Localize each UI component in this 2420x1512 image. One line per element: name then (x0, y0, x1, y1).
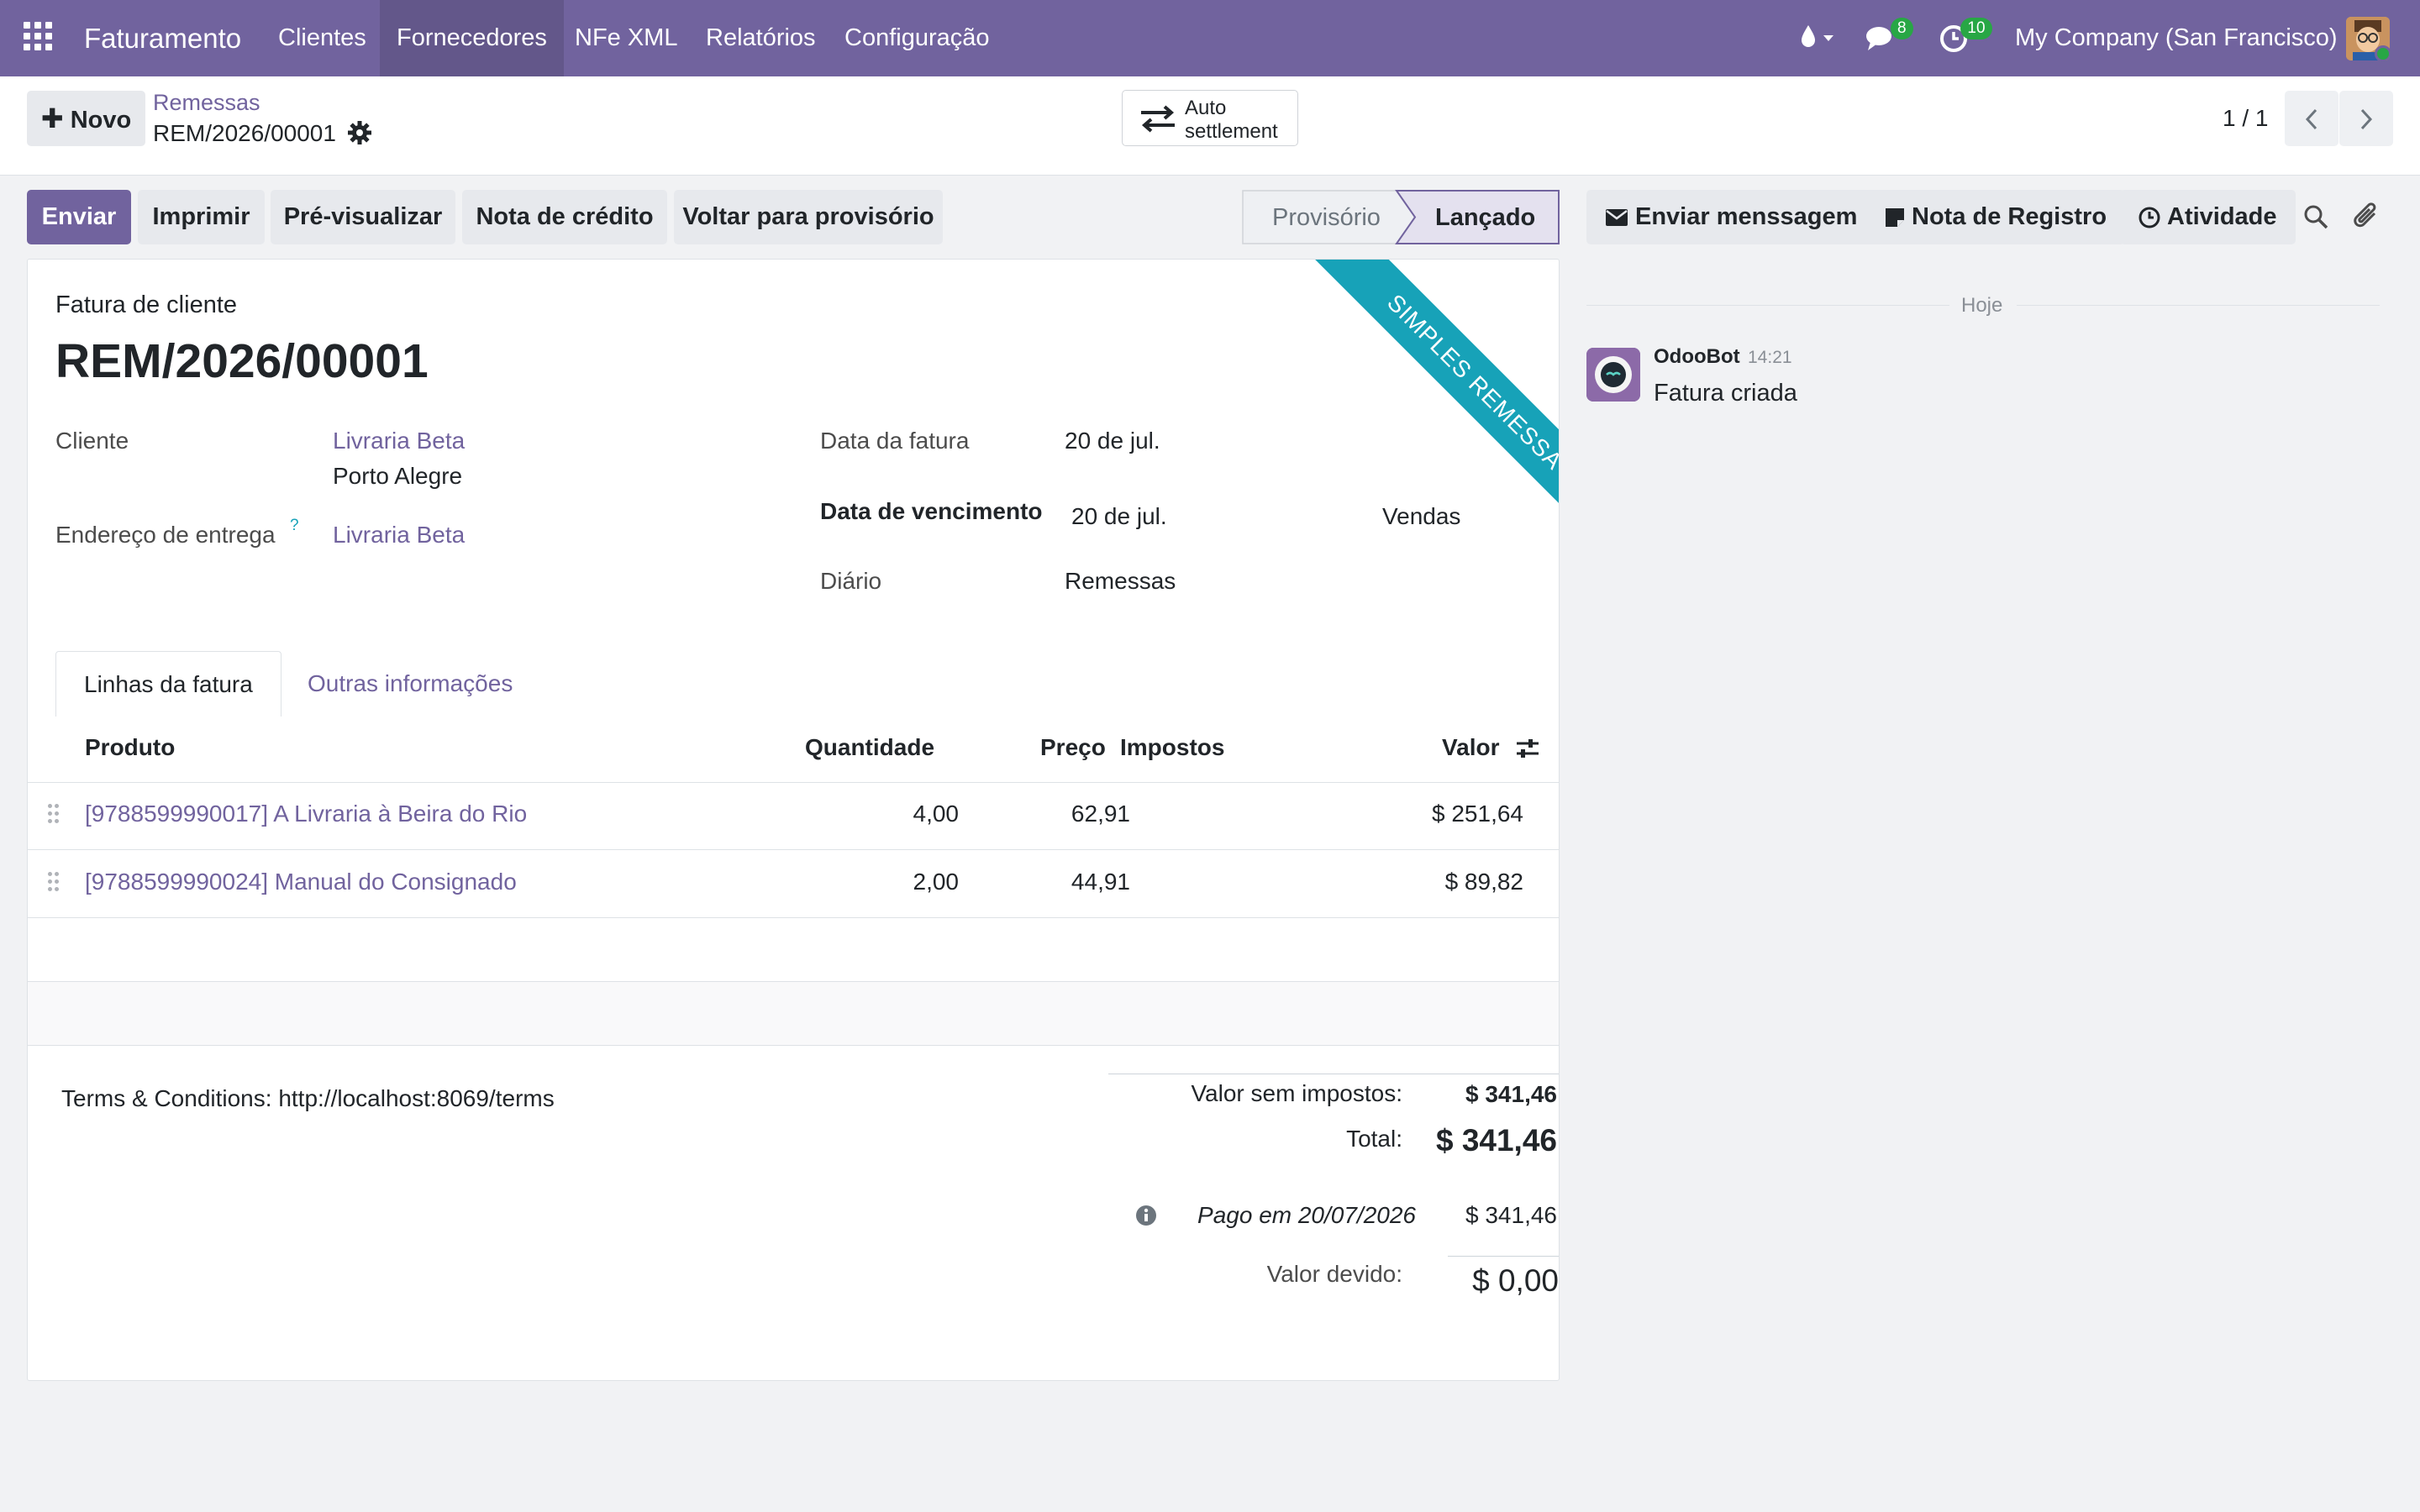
odoobot-avatar[interactable] (1586, 348, 1640, 402)
invoice-date-value[interactable]: 20 de jul. (1065, 428, 1160, 454)
messages-count-badge: 8 (1891, 18, 1913, 39)
control-panel: ✚ Novo Remessas REM/2026/00001 Auto sett… (0, 76, 2420, 176)
invoice-date-label: Data da fatura (820, 428, 970, 454)
record-name: REM/2026/00001 (153, 120, 336, 146)
tab-invoice-lines[interactable]: Linhas da fatura (55, 651, 281, 717)
line-amount: $ 251,64 (1432, 801, 1523, 827)
message-time: 14:21 (1748, 348, 1792, 367)
status-step-posted[interactable]: Lançado (1435, 204, 1535, 232)
line-amount: $ 89,82 (1444, 869, 1523, 895)
delivery-address-link[interactable]: Livraria Beta (333, 522, 465, 549)
search-icon[interactable] (2302, 203, 2329, 236)
print-button[interactable]: Imprimir (138, 190, 265, 244)
plus-icon: ✚ (40, 103, 64, 134)
menu-clientes[interactable]: Clientes (261, 0, 383, 76)
company-switcher[interactable]: My Company (San Francisco) (2015, 0, 2338, 76)
status-bar: Provisório Lançado (1242, 190, 1560, 244)
log-note-button[interactable]: Nota de Registro (1866, 190, 2126, 244)
pager-previous-button[interactable] (2285, 91, 2338, 146)
amount-due-label: Valor devido: (1266, 1261, 1402, 1287)
reset-to-draft-button[interactable]: Voltar para provisório (674, 190, 943, 244)
line-price[interactable]: 44,91 (1036, 869, 1130, 895)
top-navbar: Faturamento Clientes Fornecedores NFe XM… (0, 0, 2420, 76)
chevron-right-icon (2358, 105, 2375, 132)
gear-icon[interactable] (347, 120, 372, 151)
drag-handle-icon[interactable] (48, 872, 60, 892)
amount-due-value: $ 0,00 (1472, 1263, 1559, 1298)
credit-note-button[interactable]: Nota de crédito (462, 190, 667, 244)
user-avatar[interactable] (2346, 17, 2390, 60)
col-amount[interactable]: Valor (1442, 734, 1499, 761)
due-date-label: Data de vencimento (820, 498, 1043, 524)
document-type: Fatura de cliente (55, 291, 238, 318)
line-quantity[interactable]: 4,00 (868, 801, 960, 827)
exchange-arrows-icon (1139, 104, 1176, 139)
drag-handle-icon[interactable] (48, 804, 60, 824)
col-quantity[interactable]: Quantidade (805, 734, 934, 761)
col-product[interactable]: Produto (85, 734, 175, 761)
customer-city: Porto Alegre (333, 463, 463, 489)
untaxed-amount-value: $ 341,46 (1465, 1081, 1557, 1107)
status-step-draft[interactable]: Provisório (1272, 204, 1381, 232)
delivery-help-icon[interactable]: ? (290, 517, 299, 535)
menu-fornecedores[interactable]: Fornecedores (380, 0, 564, 76)
message-author[interactable]: OdooBot (1654, 345, 1740, 369)
pager-value: 1 / 1 (2223, 105, 2269, 131)
menu-configuracao[interactable]: Configuração (828, 0, 1007, 76)
preview-button[interactable]: Pré-visualizar (271, 190, 455, 244)
line-product[interactable]: [9788599990024] Manual do Consignado (85, 869, 517, 895)
invoice-form-sheet: SIMPLES REMESSA Fatura de cliente REM/20… (27, 259, 1560, 1381)
column-settings-sliders-icon[interactable] (1515, 737, 1540, 766)
message-body: Fatura criada (1654, 380, 1797, 407)
line-price[interactable]: 62,91 (1036, 801, 1130, 827)
menu-nfe-xml[interactable]: NFe XML (558, 0, 694, 76)
activity-button[interactable]: Atividade (2120, 190, 2296, 244)
auto-settlement-label: Auto settlement (1185, 97, 1278, 143)
customer-label: Cliente (55, 428, 129, 454)
app-brand[interactable]: Faturamento (84, 0, 241, 76)
col-taxes[interactable]: Impostos (1120, 734, 1224, 761)
col-price[interactable]: Preço (1040, 734, 1106, 761)
line-product[interactable]: [9788599990017] A Livraria à Beira do Ri… (85, 801, 527, 827)
terms-and-conditions: Terms & Conditions: http://localhost:806… (61, 1085, 555, 1111)
sticky-note-icon (1885, 190, 1905, 244)
empty-row (28, 982, 1559, 1045)
chevron-left-icon (2303, 105, 2320, 132)
menu-relatorios[interactable]: Relatórios (689, 0, 833, 76)
line-quantity[interactable]: 2,00 (868, 869, 960, 895)
activities-count-badge: 10 (1960, 18, 1992, 39)
new-button-label: Novo (70, 107, 132, 134)
debug-droplet-icon[interactable] (1798, 24, 1835, 58)
journal-value[interactable]: Remessas (1065, 568, 1176, 595)
auto-settlement-button[interactable]: Auto settlement (1122, 90, 1298, 146)
due-date-value[interactable]: 20 de jul. (1071, 503, 1167, 530)
online-status-dot (2375, 45, 2390, 60)
total-label: Total: (1346, 1126, 1402, 1152)
payment-terms-vendas[interactable]: Vendas (1382, 503, 1460, 530)
paid-amount-value: $ 341,46 (1465, 1202, 1557, 1228)
new-button[interactable]: ✚ Novo (27, 91, 145, 146)
apps-menu-icon[interactable] (24, 22, 54, 52)
breadcrumb-parent[interactable]: Remessas (153, 90, 260, 116)
send-message-button[interactable]: Enviar menssagem (1586, 190, 1876, 244)
delivery-address-label: Endereço de entrega (55, 522, 276, 548)
date-separator: Hoje (1961, 294, 2003, 317)
invoice-number: REM/2026/00001 (55, 334, 429, 388)
empty-row (28, 918, 1559, 981)
envelope-icon (1605, 190, 1628, 244)
clock-icon (2139, 190, 2160, 244)
total-value: $ 341,46 (1435, 1123, 1557, 1158)
untaxed-amount-label: Valor sem impostos: (1191, 1080, 1402, 1106)
tab-other-info[interactable]: Outras informações (280, 651, 540, 717)
paperclip-icon[interactable] (2353, 202, 2381, 238)
paid-on-label: Pago em 20/07/2026 (1197, 1202, 1416, 1228)
customer-link[interactable]: Livraria Beta (333, 428, 465, 454)
journal-label: Diário (820, 568, 882, 594)
pager-next-button[interactable] (2339, 91, 2393, 146)
send-button[interactable]: Enviar (27, 190, 131, 244)
